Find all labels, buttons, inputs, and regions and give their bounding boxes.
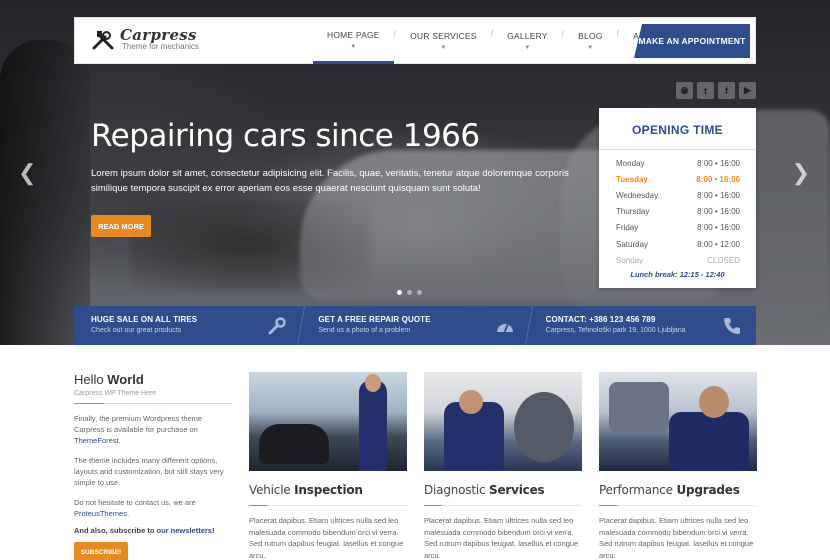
service-image[interactable] — [249, 372, 407, 471]
caret-down-icon: ▼ — [350, 43, 357, 50]
info-tires[interactable]: HUGE SALE ON ALL TIRES Check out our gre… — [74, 306, 308, 345]
site-header: Carpress Theme for mechanics HOME PAGE ▼ … — [74, 17, 756, 64]
slider-dot[interactable] — [407, 290, 412, 295]
info-quote[interactable]: GET A FREE REPAIR QUOTE Send us a photo … — [301, 306, 535, 345]
wrench-icon — [267, 316, 287, 336]
opening-time-title: OPENING TIME — [632, 123, 723, 137]
make-appointment-button[interactable]: MAKE AN APPOINTMENT — [634, 24, 750, 58]
tools-icon — [91, 28, 115, 52]
widget-paragraph: The theme includes many different option… — [74, 456, 224, 487]
service-title[interactable]: Diagnostic Services — [424, 483, 582, 497]
service-image[interactable] — [424, 372, 582, 471]
service-title[interactable]: Performance Upgrades — [599, 483, 757, 497]
info-bar: HUGE SALE ON ALL TIRES Check out our gre… — [74, 306, 756, 345]
hours-row-today: Tuesday 8:00 • 16:00 — [616, 174, 740, 184]
rss-icon[interactable]: ◉ — [676, 82, 693, 99]
twitter-icon[interactable]: t — [697, 82, 714, 99]
widget-paragraph: Finally, the premium Wordpress theme Car… — [74, 414, 203, 445]
slider-dot[interactable] — [397, 290, 402, 295]
youtube-icon[interactable]: ▶ — [739, 82, 756, 99]
subscribe-text: And also, subscribe to our newsletters! — [74, 526, 215, 535]
service-text: Placerat dapibus. Etiam ultrices nulla s… — [599, 516, 754, 560]
service-image[interactable] — [599, 372, 757, 471]
phone-icon — [722, 316, 742, 336]
hours-row: Sunday CLOSED — [616, 255, 740, 265]
nav-services[interactable]: OUR SERVICES ▼ — [396, 18, 490, 64]
widget-paragraph: Do not hesitate to contact us, we are Pr… — [74, 498, 196, 518]
nav-home[interactable]: HOME PAGE ▼ — [313, 18, 394, 64]
hero-title: Repairing cars since 1966 — [91, 118, 480, 154]
social-icons: ◉ t f ▶ — [676, 82, 756, 99]
caret-down-icon: ▼ — [524, 45, 531, 51]
hours-row: Friday 8:00 • 16:00 — [616, 223, 740, 233]
service-card: Diagnostic Services Placerat dapibus. Et… — [424, 372, 582, 560]
slider-dot[interactable] — [417, 290, 422, 295]
brand-name: Carpress — [120, 26, 197, 44]
slider-next-icon[interactable]: ❯ — [792, 160, 810, 186]
facebook-icon[interactable]: f — [718, 82, 735, 99]
opening-time-box: OPENING TIME Monday 8:00 • 16:00 Tuesday 8… — [599, 108, 756, 288]
nav-blog[interactable]: BLOG ▼ — [564, 18, 616, 64]
service-title[interactable]: Vehicle Inspection — [249, 483, 407, 497]
nav-gallery[interactable]: GALLERY ▼ — [493, 18, 561, 64]
hours-row: Saturday 8:00 • 12:00 — [616, 239, 740, 249]
widget-title: Hello World — [74, 372, 144, 387]
lunch-break: Lunch break: 12:15 - 12:40 — [630, 270, 725, 280]
caret-down-icon: ▼ — [587, 45, 594, 51]
logo[interactable]: Carpress Theme for mechanics — [91, 28, 199, 52]
caret-down-icon: ▼ — [440, 45, 447, 51]
proteusthemes-link[interactable]: ProteusThemes — [74, 509, 127, 518]
hello-world-widget: Hello World Carpress WP Theme Here Final… — [74, 372, 234, 560]
slider-dots — [397, 290, 422, 295]
widget-subtitle: Carpress WP Theme Here — [74, 390, 157, 397]
brand-tagline: Theme for mechanics — [122, 42, 199, 51]
service-text: Placerat dapibus. Etiam ultrices nulla s… — [249, 516, 404, 560]
service-card: Vehicle Inspection Placerat dapibus. Eti… — [249, 372, 407, 560]
service-text: Placerat dapibus. Etiam ultrices nulla s… — [424, 516, 579, 560]
hero-text: Lorem ipsum dolor sit amet, consectetur … — [91, 168, 569, 194]
gauge-icon — [495, 316, 515, 336]
read-more-button[interactable]: READ MORE — [91, 215, 151, 237]
subscribe-button[interactable]: SUBSCRIBE! — [74, 542, 128, 560]
hours-row: Wednesday 8:00 • 16:00 — [616, 190, 740, 200]
info-contact[interactable]: CONTACT: +386 123 456 789 Carpress, Tehn… — [529, 306, 756, 345]
hours-row: Thursday 8:00 • 16:00 — [616, 207, 740, 217]
newsletters-link[interactable]: our newsletters — [157, 526, 212, 535]
slider-prev-icon[interactable]: ❮ — [18, 160, 36, 186]
themeforest-link[interactable]: ThemeForest — [74, 436, 119, 445]
hours-row: Monday 8:00 • 16:00 — [616, 158, 740, 168]
service-card: Performance Upgrades Placerat dapibus. E… — [599, 372, 757, 560]
